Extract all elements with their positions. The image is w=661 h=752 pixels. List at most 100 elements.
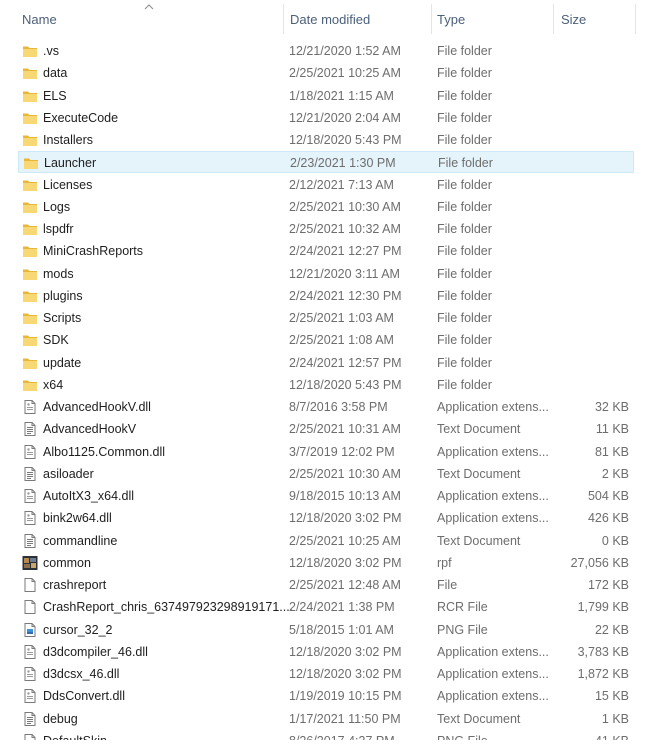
folder-icon (22, 332, 38, 348)
folder-icon (22, 355, 38, 371)
file-size (549, 152, 630, 174)
file-row[interactable]: AdvancedHookV.dll 8/7/2016 3:58 PM Applica… (18, 396, 634, 418)
file-row[interactable]: cursor_32_2 5/18/2015 1:01 AM PNG File 22 K… (18, 619, 634, 641)
folder-row[interactable]: Launcher 2/23/2021 1:30 PM File folder (18, 151, 634, 174)
folder-row[interactable]: SDK 2/25/2021 1:08 AM File folder (18, 329, 634, 351)
file-row[interactable]: d3dcompiler_46.dll 12/18/2020 3:02 PM Appl… (18, 641, 634, 663)
file-type: File folder (437, 222, 492, 236)
file-type: File folder (437, 133, 492, 147)
file-size (548, 240, 629, 262)
file-type: File folder (437, 110, 492, 125)
file-type: Text Document (437, 533, 521, 548)
file-date-modified: 2/25/2021 10:30 AM (289, 199, 401, 214)
file-date-modified: 1/17/2021 11:50 PM (289, 711, 401, 726)
file-type: File folder (437, 288, 492, 303)
file-name: ExecuteCode (43, 110, 119, 125)
folder-icon (22, 266, 38, 282)
file-date-modified: 12/21/2020 1:52 AM (289, 44, 401, 58)
folder-row[interactable]: plugins 2/24/2021 12:30 PM File folder (18, 285, 634, 307)
file-name: d3dcompiler_46.dll (43, 644, 148, 659)
dll-file-icon (22, 644, 38, 660)
file-row[interactable]: DdsConvert.dll 1/19/2019 10:15 PM Applicat… (18, 685, 634, 707)
file-size: 11 KB (595, 422, 629, 437)
text-file-icon (22, 421, 38, 437)
file-type: Application extens... (437, 667, 549, 681)
folder-icon (22, 88, 38, 104)
folder-row[interactable]: x64 12/18/2020 5:43 PM File folder (18, 374, 634, 396)
file-date-modified: 12/21/2020 2:04 AM (289, 110, 401, 125)
file-size (548, 285, 629, 307)
folder-row[interactable]: .vs 12/21/2020 1:52 AM File folder (18, 40, 634, 62)
file-row[interactable]: d3dcsx_46.dll 12/18/2020 3:02 PM Applicati… (18, 663, 634, 685)
file-name: update (43, 355, 82, 370)
file-size (548, 129, 629, 151)
file-row[interactable]: AutoItX3_x64.dll 9/18/2015 10:13 AM Applic… (18, 485, 634, 507)
dll-file-icon (22, 688, 38, 704)
file-name: Licenses (43, 177, 93, 192)
column-divider[interactable] (431, 4, 432, 34)
png-file-icon (22, 622, 38, 638)
file-row[interactable]: debug 1/17/2021 11:50 PM Text Document 1 KB (18, 708, 634, 730)
file-row[interactable]: common 12/18/2020 3:02 PM rpf 27,056 KB (18, 552, 634, 574)
file-row[interactable]: Albo1125.Common.dll 3/7/2019 12:02 PM Appl… (18, 441, 634, 463)
file-row[interactable]: CrashReport_chris_637497923298919171....… (18, 596, 634, 618)
text-file-icon (22, 466, 38, 482)
folder-icon (22, 43, 38, 59)
folder-row[interactable]: lspdfr 2/25/2021 10:32 AM File folder (18, 218, 634, 240)
file-date-modified: 2/25/2021 10:25 AM (289, 533, 401, 548)
folder-icon (23, 155, 39, 171)
column-header-date-modified[interactable]: Date modified (290, 0, 430, 39)
folder-icon (22, 310, 38, 326)
file-size: 1 KB (601, 711, 629, 726)
file-name: data (43, 66, 68, 81)
file-size (548, 85, 629, 107)
file-date-modified: 2/25/2021 1:08 AM (289, 333, 394, 348)
folder-row[interactable]: Logs 2/25/2021 10:30 AM File folder (18, 196, 634, 218)
folder-icon (22, 377, 38, 393)
file-date-modified: 12/18/2020 3:02 PM (289, 667, 402, 681)
folder-row[interactable]: ExecuteCode 12/21/2020 2:04 AM File folder (18, 107, 634, 129)
file-name: bink2w64.dll (43, 511, 112, 526)
file-size: 1,799 KB (577, 600, 629, 615)
file-name: ELS (43, 88, 67, 103)
folder-icon (22, 177, 38, 193)
file-type: Application extens... (437, 444, 549, 459)
file-row[interactable]: AdvancedHookV 2/25/2021 10:31 AM Text Docu… (18, 418, 634, 440)
folder-row[interactable]: update 2/24/2021 12:57 PM File folder (18, 352, 634, 374)
folder-row[interactable]: mods 12/21/2020 3:11 AM File folder (18, 263, 634, 285)
file-row[interactable]: commandline 2/25/2021 10:25 AM Text Docume… (18, 530, 634, 552)
folder-icon (22, 110, 38, 126)
file-date-modified: 1/18/2021 1:15 AM (289, 88, 394, 103)
file-size: 15 KB (594, 689, 629, 704)
file-type: File folder (437, 66, 492, 81)
file-date-modified: 2/25/2021 1:03 AM (289, 311, 394, 325)
file-row[interactable]: asiloader 2/25/2021 10:30 AM Text Document… (18, 463, 634, 485)
column-header-type[interactable]: Type (437, 0, 552, 39)
folder-row[interactable]: data 2/25/2021 10:25 AM File folder (18, 62, 634, 84)
dll-file-icon (22, 510, 38, 526)
column-divider[interactable] (553, 4, 554, 34)
column-header-size[interactable]: Size (561, 0, 635, 39)
file-size (548, 329, 629, 351)
column-divider[interactable] (283, 4, 284, 34)
file-name: Installers (43, 133, 94, 147)
folder-row[interactable]: ELS 1/18/2021 1:15 AM File folder (18, 85, 634, 107)
file-name: crashreport (43, 578, 107, 592)
file-type: File folder (437, 333, 492, 348)
file-date-modified: 12/18/2020 3:02 PM (289, 644, 402, 659)
folder-row[interactable]: MiniCrashReports 2/24/2021 12:27 PM File f… (18, 240, 634, 262)
file-size (548, 174, 629, 196)
folder-row[interactable]: Scripts 2/25/2021 1:03 AM File folder (18, 307, 634, 329)
file-name: lspdfr (43, 222, 74, 236)
file-name: SDK (43, 333, 69, 348)
folder-row[interactable]: Installers 12/18/2020 5:43 PM File folder (18, 129, 634, 151)
file-date-modified: 12/18/2020 3:02 PM (289, 511, 402, 526)
file-name: debug (43, 711, 78, 726)
file-row[interactable]: bink2w64.dll 12/18/2020 3:02 PM Applicatio… (18, 507, 634, 529)
file-date-modified: 2/24/2021 12:57 PM (289, 355, 402, 370)
column-header-date-label: Date modified (290, 12, 371, 27)
file-row[interactable]: crashreport 2/25/2021 12:48 AM File 172 KB (18, 574, 634, 596)
column-divider[interactable] (635, 4, 636, 34)
folder-row[interactable]: Licenses 2/12/2021 7:13 AM File folder (18, 174, 634, 196)
file-type: Application extens... (437, 489, 549, 503)
